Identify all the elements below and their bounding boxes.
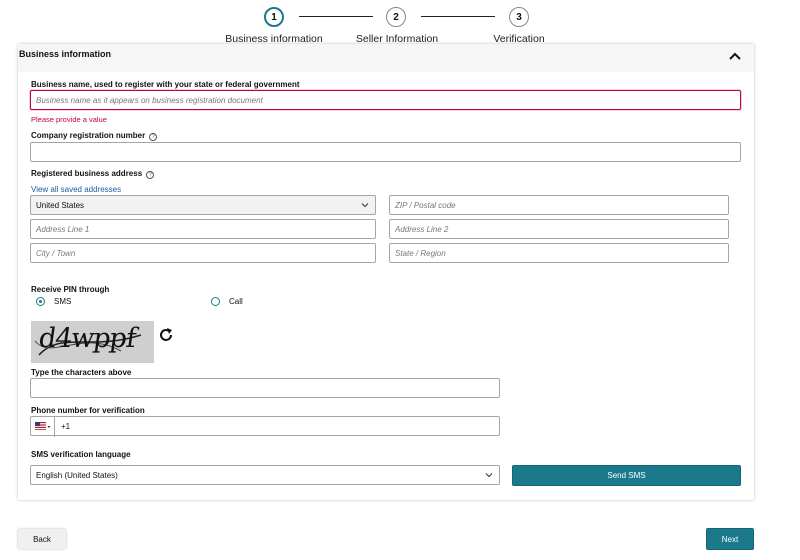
- captcha-input-label: Type the characters above: [31, 368, 132, 377]
- sms-radio-label[interactable]: SMS: [54, 297, 71, 306]
- captcha-text: d4wppf: [36, 323, 138, 354]
- zip-placeholder: ZIP / Postal code: [395, 200, 456, 210]
- call-radio[interactable]: [211, 297, 220, 306]
- chevron-down-icon: [361, 203, 369, 208]
- receive-pin-label: Receive PIN through: [31, 285, 110, 294]
- company-registration-label-text: Company registration number: [31, 131, 146, 140]
- phone-country-code: +1: [61, 422, 71, 431]
- company-registration-input[interactable]: [30, 142, 741, 162]
- country-flag-select[interactable]: [31, 417, 55, 437]
- step-1-indicator: 1: [264, 7, 284, 27]
- back-button[interactable]: Back: [18, 529, 66, 549]
- address-line1-input[interactable]: Address Line 1: [30, 219, 376, 239]
- step-connector-1: [299, 16, 373, 17]
- business-name-input[interactable]: Business name as it appears on business …: [30, 90, 741, 110]
- business-name-placeholder: Business name as it appears on business …: [36, 95, 263, 105]
- country-value: United States: [36, 200, 85, 210]
- question-circle-icon[interactable]: ?: [149, 133, 158, 141]
- sms-language-label: SMS verification language: [31, 450, 131, 459]
- business-name-label: Business name, used to register with you…: [31, 80, 300, 89]
- progress-stepper: 1 2 3 Business information Seller Inform…: [0, 0, 800, 50]
- captcha-input[interactable]: [30, 378, 500, 398]
- business-name-error: Please provide a value: [31, 115, 107, 124]
- address-line2-placeholder: Address Line 2: [395, 224, 449, 234]
- us-flag-icon: [34, 422, 50, 430]
- business-information-card: Business information Business name, used…: [18, 44, 754, 500]
- refresh-icon[interactable]: [157, 326, 175, 344]
- zip-input[interactable]: ZIP / Postal code: [389, 195, 729, 215]
- step-3-indicator: 3: [509, 7, 529, 27]
- country-select[interactable]: United States: [30, 195, 376, 215]
- address-line2-input[interactable]: Address Line 2: [389, 219, 729, 239]
- address-line1-placeholder: Address Line 1: [36, 224, 90, 234]
- city-input[interactable]: City / Town: [30, 243, 376, 263]
- step-connector-2: [421, 16, 495, 17]
- phone-input[interactable]: +1: [30, 416, 500, 437]
- step-2-indicator: 2: [386, 7, 406, 27]
- section-title: Business information: [19, 49, 112, 59]
- chevron-down-icon: [485, 473, 493, 478]
- sms-language-value: English (United States): [36, 470, 118, 480]
- registered-address-label: Registered business address?: [31, 169, 155, 179]
- call-radio-label[interactable]: Call: [229, 297, 243, 306]
- question-circle-icon[interactable]: ?: [146, 171, 155, 179]
- chevron-up-icon[interactable]: [728, 50, 742, 62]
- send-sms-button[interactable]: Send SMS: [512, 465, 741, 486]
- sms-radio[interactable]: [36, 297, 45, 306]
- phone-label: Phone number for verification: [31, 406, 145, 415]
- state-placeholder: State / Region: [395, 248, 446, 258]
- view-saved-addresses-link[interactable]: View all saved addresses: [31, 185, 121, 194]
- next-button[interactable]: Next: [706, 528, 754, 550]
- card-header[interactable]: Business information: [18, 44, 754, 72]
- company-registration-label: Company registration number?: [31, 131, 158, 141]
- captcha-image: d4wppf: [31, 321, 154, 363]
- registered-address-label-text: Registered business address: [31, 169, 143, 178]
- state-input[interactable]: State / Region: [389, 243, 729, 263]
- sms-language-select[interactable]: English (United States): [30, 465, 500, 485]
- city-placeholder: City / Town: [36, 248, 76, 258]
